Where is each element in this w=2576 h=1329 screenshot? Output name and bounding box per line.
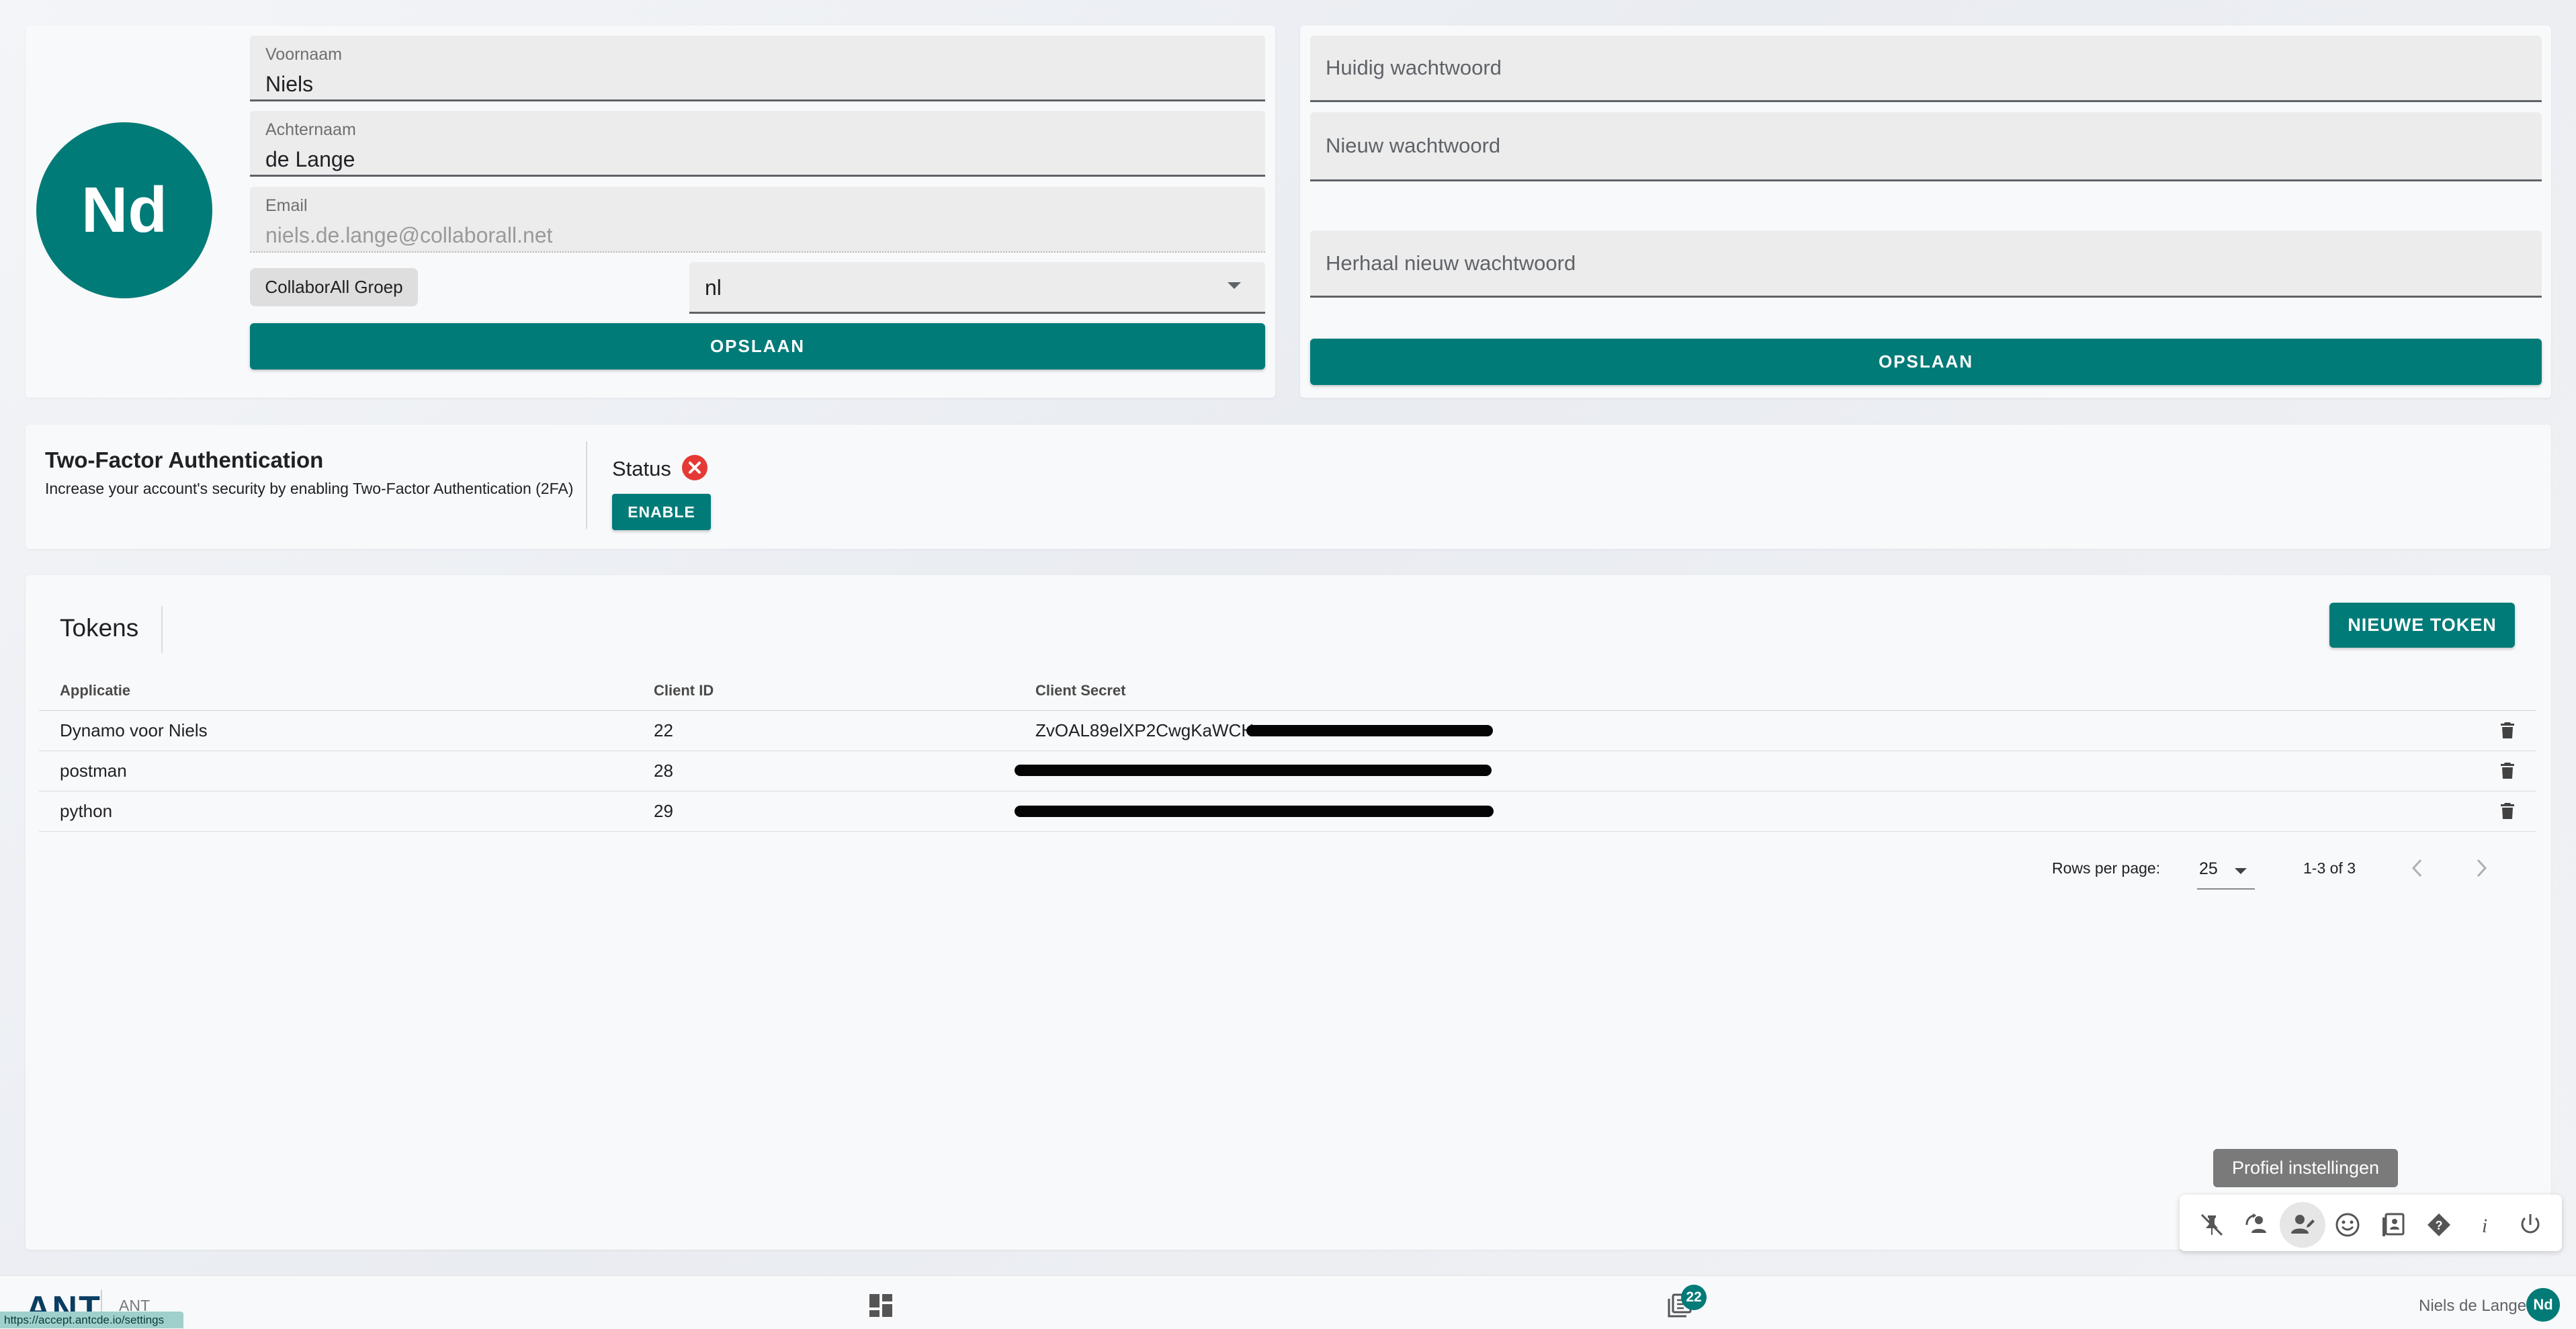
user-avatar-initials: Nd: [2533, 1296, 2553, 1313]
svg-text:i: i: [2482, 1215, 2487, 1237]
delete-icon[interactable]: [2500, 722, 2515, 739]
redaction-mark: [1246, 725, 1493, 736]
first-name-value: Niels: [265, 72, 314, 96]
notification-badge: 22: [1681, 1285, 1707, 1310]
help-diamond-icon[interactable]: ?: [2419, 1205, 2459, 1245]
tokens-title: Tokens: [60, 614, 139, 642]
chevron-left-icon[interactable]: [2410, 858, 2425, 878]
account-refresh-icon[interactable]: [2237, 1205, 2278, 1245]
new-token-label: NIEUWE TOKEN: [2348, 615, 2497, 635]
two-factor-divider: [586, 441, 587, 529]
password-save-label: OPSLAAN: [1878, 351, 1974, 372]
notification-count: 22: [1686, 1289, 1702, 1305]
table-row[interactable]: Dynamo voor Niels 22 ZvOAL89elXP2CwgKaWC…: [39, 710, 2536, 751]
two-factor-description: Increase your account's security by enab…: [45, 480, 574, 497]
redaction-mark: [1015, 806, 1494, 817]
column-header-applicatie[interactable]: Applicatie: [60, 682, 130, 699]
pagination-range: 1-3 of 3: [2303, 859, 2356, 877]
new-password-field[interactable]: Nieuw wachtwoord: [1310, 112, 2542, 181]
rows-per-page-value: 25: [2199, 859, 2218, 878]
language-select[interactable]: nl: [689, 262, 1265, 314]
info-icon[interactable]: i: [2464, 1205, 2505, 1245]
new-password-placeholder: Nieuw wachtwoord: [1326, 134, 1501, 157]
dropdown-arrow-icon: [1228, 282, 1241, 289]
row-app: Dynamo voor Niels: [60, 720, 208, 740]
emoticon-icon[interactable]: [2327, 1205, 2368, 1245]
enable-2fa-label: ENABLE: [628, 503, 695, 521]
row-client-id: 28: [654, 760, 673, 781]
email-value: niels.de.lange@collaborall.net: [265, 223, 553, 247]
rows-per-page-label: Rows per page:: [2052, 859, 2161, 877]
profile-card: Nd Voornaam Niels Achternaam de Lange Em…: [26, 26, 1275, 398]
pin-off-icon[interactable]: [2192, 1205, 2232, 1245]
language-value: nl: [705, 275, 722, 300]
group-chip[interactable]: CollaborAll Groep: [250, 268, 418, 306]
last-name-value: de Lange: [265, 147, 355, 171]
group-chip-label: CollaborAll Groep: [265, 277, 403, 297]
repeat-password-placeholder: Herhaal nieuw wachtwoord: [1326, 251, 1576, 275]
tokens-title-divider: [161, 606, 163, 653]
new-token-button[interactable]: NIEUWE TOKEN: [2329, 603, 2515, 648]
column-header-client-id[interactable]: Client ID: [654, 682, 714, 699]
current-password-placeholder: Huidig wachtwoord: [1326, 56, 1502, 79]
profile-save-button[interactable]: OPSLAAN: [250, 323, 1265, 370]
profile-save-label: OPSLAAN: [710, 336, 806, 356]
email-field: Email niels.de.lange@collaborall.net: [250, 187, 1265, 253]
two-factor-card: Two-Factor Authentication Increase your …: [26, 425, 2551, 549]
row-app: postman: [60, 760, 127, 781]
first-name-label: Voornaam: [265, 45, 342, 64]
redaction-mark: [1015, 765, 1492, 776]
tooltip-text: Profiel instellingen: [2231, 1158, 2380, 1178]
avatar-initials: Nd: [81, 174, 167, 246]
tooltip: Profiel instellingen: [2213, 1149, 2398, 1187]
password-card: Huidig wachtwoord Nieuw wachtwoord Herha…: [1300, 26, 2551, 398]
table-row[interactable]: postman 28: [39, 751, 2536, 791]
current-password-field[interactable]: Huidig wachtwoord: [1310, 36, 2542, 102]
row-client-secret: ZvOAL89elXP2CwgKaWCH: [1035, 720, 1254, 740]
bottom-bar: [0, 1275, 2576, 1329]
column-header-client-secret[interactable]: Client Secret: [1035, 682, 1126, 699]
chevron-right-icon[interactable]: [2474, 858, 2489, 878]
account-edit-icon[interactable]: [2282, 1205, 2323, 1245]
last-name-label: Achternaam: [265, 120, 356, 139]
last-name-field[interactable]: Achternaam de Lange: [250, 111, 1265, 177]
repeat-password-field[interactable]: Herhaal nieuw wachtwoord: [1310, 230, 2542, 298]
book-account-icon[interactable]: [2373, 1205, 2413, 1245]
delete-icon[interactable]: [2500, 802, 2515, 820]
row-client-id: 22: [654, 720, 673, 740]
power-icon[interactable]: [2510, 1205, 2550, 1245]
notifications-button[interactable]: 22: [1666, 1285, 1720, 1325]
dashboard-icon[interactable]: [868, 1293, 894, 1318]
table-row[interactable]: python 29: [39, 791, 2536, 832]
svg-text:?: ?: [2436, 1219, 2443, 1232]
close-circle-icon: [682, 455, 707, 480]
status-url: https://accept.antcde.io/settings: [0, 1312, 183, 1328]
email-label: Email: [265, 196, 308, 215]
tokens-table-header: Applicatie Client ID Client Secret: [39, 670, 2536, 711]
user-name[interactable]: Niels de Lange: [2419, 1297, 2526, 1316]
enable-2fa-button[interactable]: ENABLE: [612, 494, 711, 530]
first-name-field[interactable]: Voornaam Niels: [250, 36, 1265, 101]
delete-icon[interactable]: [2500, 762, 2515, 779]
status-label: Status: [612, 457, 671, 480]
user-avatar[interactable]: Nd: [2526, 1288, 2560, 1322]
profile-avatar[interactable]: Nd: [36, 122, 212, 298]
dropdown-arrow-icon: [2235, 868, 2247, 874]
row-client-id: 29: [654, 800, 673, 821]
password-save-button[interactable]: OPSLAAN: [1310, 339, 2542, 385]
two-factor-title: Two-Factor Authentication: [45, 447, 324, 472]
row-app: python: [60, 800, 113, 821]
rows-per-page-select[interactable]: 25: [2197, 852, 2255, 890]
